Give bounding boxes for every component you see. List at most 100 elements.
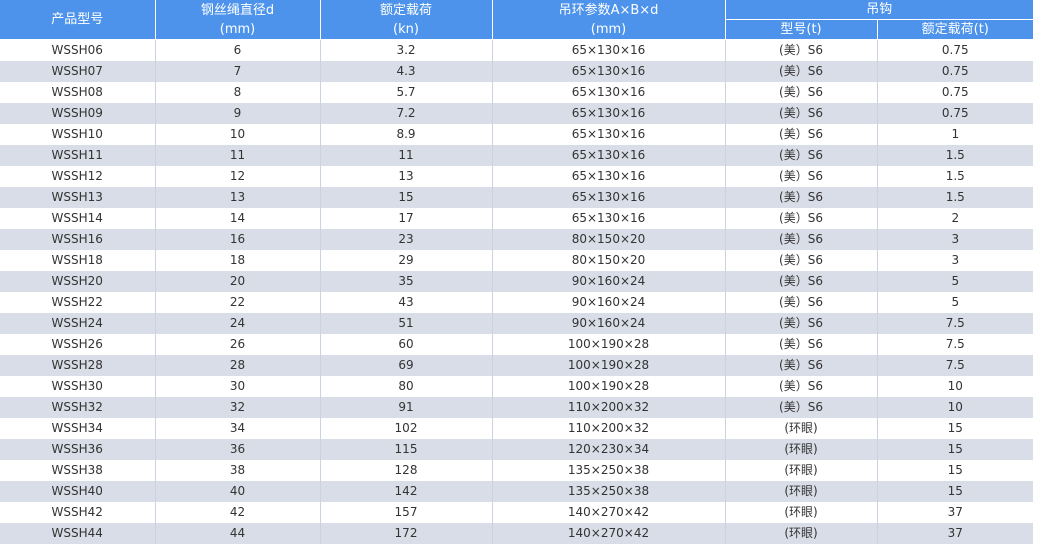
- cell-hook-type: (美）S6: [725, 376, 878, 397]
- cell-ring-size: 100×190×28: [492, 334, 726, 355]
- cell-model: WSSH40: [0, 481, 156, 502]
- cell-diameter: 30: [155, 376, 321, 397]
- cell-hook-type: (美）S6: [725, 292, 878, 313]
- cell-load: 172: [320, 523, 493, 544]
- cell-hook-load: 0.75: [877, 39, 1033, 61]
- cell-load: 91: [320, 397, 493, 418]
- cell-ring-size: 65×130×16: [492, 124, 726, 145]
- cell-ring-size: 65×130×16: [492, 208, 726, 229]
- cell-load: 128: [320, 460, 493, 481]
- cell-ring-size: 90×160×24: [492, 292, 726, 313]
- cell-load: 60: [320, 334, 493, 355]
- header-hook: 吊钩: [725, 0, 1033, 20]
- cell-load: 23: [320, 229, 493, 250]
- table-header: 产品型号 钢丝绳直径d (mm) 额定载荷 (kn) 吊环参数A×B×d (mm…: [0, 0, 1033, 40]
- cell-model: WSSH14: [0, 208, 156, 229]
- cell-load: 142: [320, 481, 493, 502]
- cell-hook-load: 15: [877, 460, 1033, 481]
- cell-hook-type: (美）S6: [725, 166, 878, 187]
- cell-hook-load: 0.75: [877, 82, 1033, 103]
- cell-model: WSSH09: [0, 103, 156, 124]
- cell-load: 11: [320, 145, 493, 166]
- cell-hook-load: 0.75: [877, 61, 1033, 82]
- cell-ring-size: 65×130×16: [492, 82, 726, 103]
- table-row: WSSH10 10 8.9 65×130×16 (美）S6 1: [0, 124, 1033, 145]
- table-row: WSSH26 26 60 100×190×28 (美）S6 7.5: [0, 334, 1033, 355]
- table-row: WSSH18 18 29 80×150×20 (美）S6 3: [0, 250, 1033, 271]
- cell-model: WSSH26: [0, 334, 156, 355]
- cell-diameter: 32: [155, 397, 321, 418]
- cell-diameter: 8: [155, 82, 321, 103]
- table-row: WSSH34 34 102 110×200×32 (环眼) 15: [0, 418, 1033, 439]
- cell-load: 13: [320, 166, 493, 187]
- spec-table-container: 产品型号 钢丝绳直径d (mm) 额定载荷 (kn) 吊环参数A×B×d (mm…: [0, 0, 1033, 545]
- cell-hook-load: 15: [877, 439, 1033, 460]
- cell-diameter: 38: [155, 460, 321, 481]
- cell-diameter: 11: [155, 145, 321, 166]
- cell-model: WSSH24: [0, 313, 156, 334]
- cell-load: 15: [320, 187, 493, 208]
- cell-ring-size: 90×160×24: [492, 271, 726, 292]
- header-ring: 吊环参数A×B×d (mm): [492, 0, 726, 40]
- cell-hook-type: (美）S6: [725, 145, 878, 166]
- cell-load: 51: [320, 313, 493, 334]
- header-load-unit: (kn): [393, 21, 419, 37]
- table-row: WSSH08 8 5.7 65×130×16 (美）S6 0.75: [0, 82, 1033, 103]
- cell-load: 4.3: [320, 61, 493, 82]
- header-diameter-label: 钢丝绳直径d: [200, 2, 275, 18]
- table-body: WSSH06 6 3.2 65×130×16 (美）S6 0.75 WSSH07 7 4.3 65…: [0, 39, 1033, 544]
- cell-hook-type: (环眼): [725, 460, 878, 481]
- cell-model: WSSH28: [0, 355, 156, 376]
- cell-load: 5.7: [320, 82, 493, 103]
- cell-ring-size: 65×130×16: [492, 187, 726, 208]
- cell-hook-type: (美）S6: [725, 313, 878, 334]
- cell-diameter: 28: [155, 355, 321, 376]
- cell-load: 17: [320, 208, 493, 229]
- cell-hook-load: 1.5: [877, 187, 1033, 208]
- cell-hook-load: 10: [877, 376, 1033, 397]
- cell-load: 69: [320, 355, 493, 376]
- cell-diameter: 18: [155, 250, 321, 271]
- cell-ring-size: 140×270×42: [492, 502, 726, 523]
- cell-hook-type: (美）S6: [725, 103, 878, 124]
- cell-hook-load: 1: [877, 124, 1033, 145]
- cell-hook-type: (美）S6: [725, 208, 878, 229]
- cell-model: WSSH42: [0, 502, 156, 523]
- header-load: 额定载荷 (kn): [320, 0, 493, 40]
- cell-diameter: 34: [155, 418, 321, 439]
- cell-load: 80: [320, 376, 493, 397]
- header-diameter-unit: (mm): [219, 21, 256, 37]
- cell-ring-size: 65×130×16: [492, 145, 726, 166]
- table-row: WSSH32 32 91 110×200×32 (美）S6 10: [0, 397, 1033, 418]
- cell-hook-load: 0.75: [877, 103, 1033, 124]
- cell-ring-size: 65×130×16: [492, 103, 726, 124]
- cell-hook-load: 3: [877, 229, 1033, 250]
- cell-hook-type: (美）S6: [725, 229, 878, 250]
- cell-diameter: 10: [155, 124, 321, 145]
- cell-hook-type: (环眼): [725, 439, 878, 460]
- cell-model: WSSH11: [0, 145, 156, 166]
- cell-ring-size: 100×190×28: [492, 355, 726, 376]
- cell-hook-type: (美）S6: [725, 124, 878, 145]
- table-row: WSSH14 14 17 65×130×16 (美）S6 2: [0, 208, 1033, 229]
- cell-model: WSSH44: [0, 523, 156, 544]
- cell-diameter: 36: [155, 439, 321, 460]
- table-row: WSSH20 20 35 90×160×24 (美）S6 5: [0, 271, 1033, 292]
- table-row: WSSH42 42 157 140×270×42 (环眼) 37: [0, 502, 1033, 523]
- cell-ring-size: 65×130×16: [492, 61, 726, 82]
- cell-hook-load: 15: [877, 481, 1033, 502]
- cell-diameter: 42: [155, 502, 321, 523]
- cell-hook-type: (美）S6: [725, 61, 878, 82]
- table-row: WSSH28 28 69 100×190×28 (美）S6 7.5: [0, 355, 1033, 376]
- cell-diameter: 7: [155, 61, 321, 82]
- cell-model: WSSH20: [0, 271, 156, 292]
- cell-hook-load: 7.5: [877, 313, 1033, 334]
- table-row: WSSH09 9 7.2 65×130×16 (美）S6 0.75: [0, 103, 1033, 124]
- cell-diameter: 6: [155, 39, 321, 61]
- cell-diameter: 44: [155, 523, 321, 544]
- cell-ring-size: 65×130×16: [492, 166, 726, 187]
- cell-ring-size: 100×190×28: [492, 376, 726, 397]
- table-row: WSSH24 24 51 90×160×24 (美）S6 7.5: [0, 313, 1033, 334]
- cell-ring-size: 65×130×16: [492, 39, 726, 61]
- cell-model: WSSH16: [0, 229, 156, 250]
